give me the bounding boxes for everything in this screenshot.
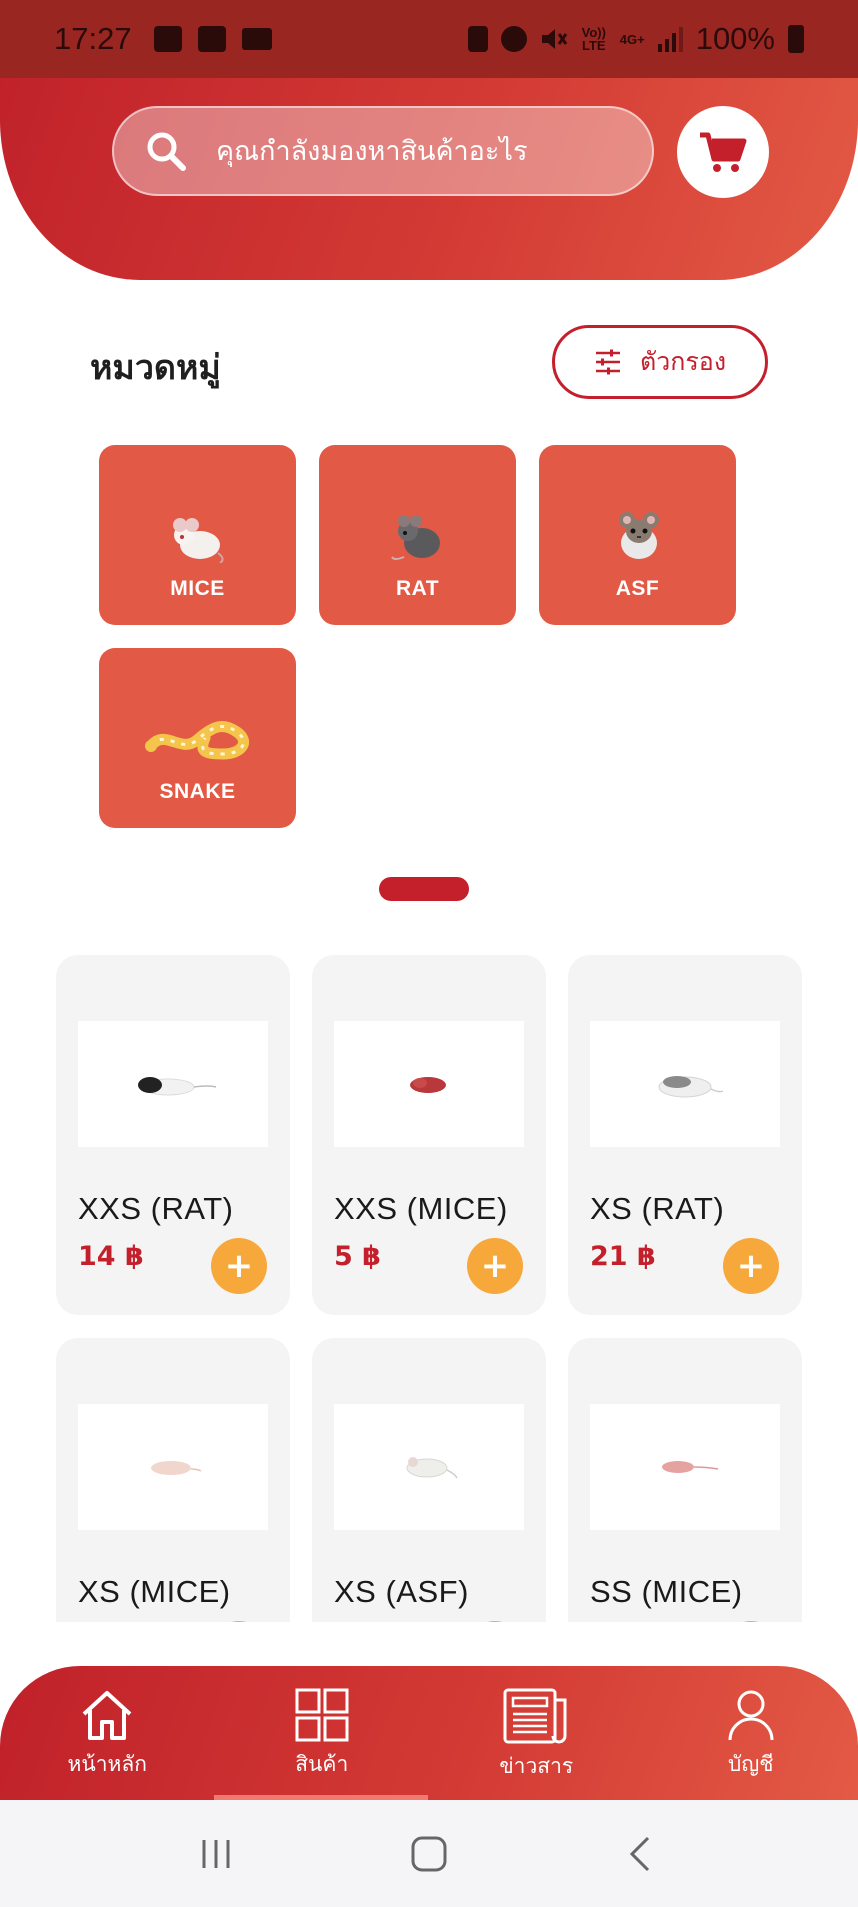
volte-icon: Vo)) LTE — [581, 25, 606, 53]
status-time: 17:27 — [54, 21, 132, 56]
asf-image — [406, 1457, 458, 1479]
filter-button[interactable]: ตัวกรอง — [552, 325, 768, 399]
category-label: RAT — [395, 577, 440, 600]
search-bar[interactable] — [112, 106, 654, 196]
mouse-image — [172, 518, 224, 563]
product-card[interactable]: XXS (MICE) 5 ฿ + — [312, 955, 546, 1315]
nav-label: ข่าวสาร — [499, 1754, 574, 1778]
battery-saver-icon — [467, 26, 488, 52]
app-screen: 17:27 Vo)) LTE 4G+ 100% หมวดหมู่ ตัวกรอง — [0, 0, 858, 1907]
product-image — [590, 1021, 780, 1147]
nav-home[interactable]: หน้าหลัก — [0, 1666, 215, 1800]
product-name: XXS (MICE) — [334, 1191, 508, 1226]
product-card[interactable]: XXS (RAT) 14 ฿ + — [56, 955, 290, 1315]
battery-percent: 100% — [695, 21, 775, 56]
system-navigation-bar — [0, 1800, 858, 1907]
product-price: 14 ฿ — [78, 1241, 144, 1272]
product-card[interactable]: XS (RAT) 21 ฿ + — [568, 955, 802, 1315]
add-to-cart-button[interactable]: + — [467, 1621, 523, 1622]
home-icon — [82, 1691, 132, 1740]
nav-label: หน้าหลัก — [67, 1752, 147, 1776]
bottom-navigation: หน้าหลัก สินค้า ข่าวสาร บัญชี — [0, 1666, 858, 1800]
rat-image — [390, 515, 440, 560]
nav-label: บัญชี — [728, 1752, 774, 1776]
checkbox-icon — [197, 26, 226, 52]
page-indicator — [379, 877, 469, 901]
battery-icon — [788, 25, 804, 53]
categories-title: หมวดหมู่ — [90, 348, 221, 388]
mouse-image — [410, 1077, 446, 1093]
product-name: SS (MICE) — [590, 1574, 743, 1609]
search-icon — [147, 132, 186, 171]
category-asf[interactable]: ASF — [539, 445, 736, 625]
signal-icon — [657, 26, 683, 52]
recents-icon[interactable] — [196, 1834, 236, 1874]
add-to-cart-button[interactable]: + — [723, 1621, 779, 1622]
product-image — [334, 1021, 524, 1147]
asf-image — [618, 512, 659, 559]
add-to-cart-button[interactable]: + — [723, 1238, 779, 1294]
product-card[interactable]: SS (MICE) + — [568, 1338, 802, 1622]
product-grid: XXS (RAT) 14 ฿ + XXS (MICE) 5 ฿ + XS (RA… — [0, 955, 858, 1622]
product-image — [78, 1021, 268, 1147]
grid-icon — [295, 1688, 349, 1742]
add-to-cart-button[interactable]: + — [211, 1238, 267, 1294]
product-name: XS (RAT) — [590, 1191, 725, 1226]
status-bar: 17:27 Vo)) LTE 4G+ 100% — [0, 0, 858, 78]
product-name: XS (ASF) — [334, 1574, 469, 1609]
category-label: ASF — [615, 577, 660, 600]
category-label: MICE — [170, 577, 225, 600]
search-input[interactable] — [216, 135, 636, 167]
mouse-image — [662, 1461, 719, 1473]
home-circle-icon[interactable] — [409, 1834, 449, 1874]
product-image — [334, 1404, 524, 1530]
cart-button[interactable] — [677, 106, 769, 198]
category-label: SNAKE — [159, 780, 236, 803]
filter-label: ตัวกรอง — [639, 347, 727, 376]
product-name: XXS (RAT) — [78, 1191, 234, 1226]
product-card[interactable]: XS (ASF) + — [312, 1338, 546, 1622]
product-price: 5 ฿ — [334, 1241, 381, 1272]
mute-icon — [541, 29, 567, 49]
snake-image — [144, 720, 249, 760]
mouse-image — [151, 1461, 202, 1475]
category-mice[interactable]: MICE — [99, 445, 296, 625]
alarm-icon — [500, 26, 527, 52]
category-rat[interactable]: RAT — [319, 445, 516, 625]
product-card[interactable]: XS (MICE) + — [56, 1338, 290, 1622]
product-image — [78, 1404, 268, 1530]
nav-news[interactable]: ข่าวสาร — [429, 1666, 644, 1800]
newspaper-icon — [503, 1688, 567, 1744]
nav-account[interactable]: บัญชี — [644, 1666, 858, 1800]
user-icon — [728, 1690, 774, 1741]
product-price: 21 ฿ — [590, 1241, 656, 1272]
folder-icon — [241, 28, 272, 50]
rat-image — [658, 1076, 724, 1098]
add-to-cart-button[interactable]: + — [211, 1621, 267, 1622]
4g-icon: 4G+ — [619, 31, 645, 47]
nav-products[interactable]: สินค้า — [215, 1666, 430, 1800]
active-tab-indicator — [214, 1795, 428, 1800]
sliders-icon — [595, 349, 620, 375]
product-image — [590, 1404, 780, 1530]
gallery-icon — [153, 26, 182, 52]
status-left: 17:27 — [54, 21, 272, 57]
cart-icon — [700, 132, 747, 172]
rat-image — [138, 1077, 217, 1096]
category-snake[interactable]: SNAKE — [99, 648, 296, 828]
status-right: Vo)) LTE 4G+ 100% — [467, 21, 804, 57]
back-icon[interactable] — [622, 1834, 662, 1874]
nav-label: สินค้า — [295, 1752, 349, 1776]
add-to-cart-button[interactable]: + — [467, 1238, 523, 1294]
product-name: XS (MICE) — [78, 1574, 231, 1609]
